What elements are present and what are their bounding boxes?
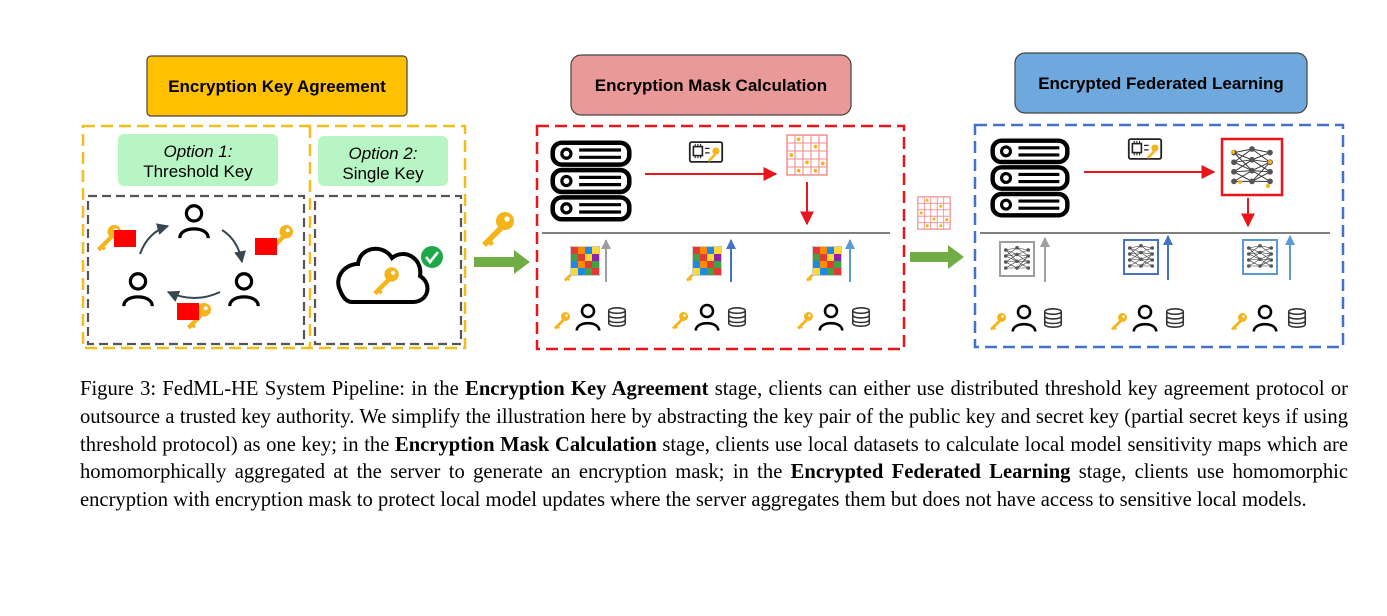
database-icon	[727, 307, 747, 327]
key-icon	[554, 312, 570, 330]
figure-caption: Figure 3: FedML-HE System Pipeline: in t…	[80, 376, 1348, 515]
chip-icon	[688, 141, 724, 163]
mask-dot	[1231, 150, 1235, 154]
user-icon	[1252, 304, 1278, 333]
key-icon	[1111, 313, 1127, 331]
option1-line1: Option 1:	[164, 142, 233, 161]
heatmap-icon	[570, 246, 600, 276]
rotation-arrow	[139, 223, 170, 255]
key-icon	[797, 312, 813, 330]
cloud-icon	[336, 247, 430, 304]
key-icon	[1231, 313, 1247, 331]
caption-bold-stage3: Encrypted Federated Learning	[790, 461, 1071, 484]
database-icon	[1287, 308, 1307, 328]
database-icon	[1043, 308, 1063, 328]
mask-dot	[1238, 180, 1242, 184]
flow-arrow	[910, 245, 964, 269]
mask-grid-icon	[917, 196, 951, 230]
database-icon	[607, 307, 627, 327]
check-icon	[421, 246, 443, 268]
caption-bold-stage1: Encryption Key Agreement	[465, 378, 709, 400]
key-icon	[990, 313, 1006, 331]
caption-prefix: Figure 3: FedML-HE System Pipeline: in t…	[80, 378, 466, 400]
user-icon	[178, 204, 210, 240]
user-icon	[575, 303, 601, 332]
user-icon	[1132, 304, 1158, 333]
pipeline-figure: Encryption Key Agreement Option 1: Thres…	[81, 52, 1345, 351]
flag-icon	[177, 303, 199, 320]
user-icon	[1011, 304, 1037, 333]
user-icon	[122, 272, 154, 308]
user-icon	[228, 272, 260, 308]
server-icon	[553, 143, 630, 220]
stage2-title: Encryption Mask Calculation	[595, 76, 827, 95]
stage1-title: Encryption Key Agreement	[168, 77, 386, 96]
heatmap-icon	[812, 246, 842, 276]
caption-bold-stage2: Encryption Mask Calculation	[394, 433, 657, 456]
database-icon	[1165, 308, 1185, 328]
flow-arrow	[474, 250, 530, 274]
flag-icon	[255, 238, 277, 255]
flag-icon	[114, 230, 136, 247]
user-icon	[694, 303, 720, 332]
option2-line2: Single Key	[342, 164, 424, 183]
mask-dot	[1266, 184, 1270, 188]
option1-line2: Threshold Key	[143, 162, 253, 181]
option2-line1: Option 2:	[349, 144, 418, 163]
mask-grid-icon	[786, 134, 828, 176]
heatmap-icon	[692, 246, 722, 276]
mask-dot	[1268, 160, 1272, 164]
key-icon	[482, 212, 514, 247]
rotation-arrow	[166, 290, 221, 302]
server-icon	[993, 141, 1068, 216]
stage3-title: Encrypted Federated Learning	[1038, 74, 1284, 93]
user-icon	[818, 303, 844, 332]
key-icon	[672, 312, 688, 330]
chip-icon	[1127, 138, 1163, 160]
database-icon	[851, 307, 871, 327]
rotation-arrow	[221, 229, 246, 264]
